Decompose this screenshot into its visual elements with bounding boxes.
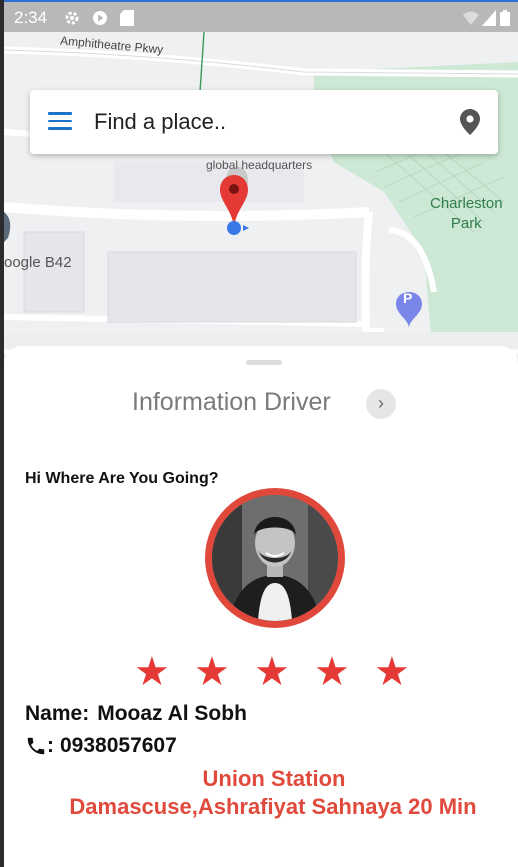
app-frame: 2:34 Amphitheatre Pkwy global headquarte… [4,0,518,867]
battery-icon [500,10,510,26]
sd-card-icon [120,10,134,26]
phone-separator: : [47,734,54,757]
driver-name: Mooaz Al Sobh [97,702,247,725]
driver-phone: 0938057607 [60,734,177,757]
star-icon: ★ [314,650,350,694]
settings-icon [65,11,79,25]
driver-phone-row[interactable]: :0938057607 [25,734,177,758]
sheet-title: Information Driver [132,388,331,416]
play-icon [93,11,107,25]
poi-label: global headquarters [206,158,313,172]
search-input[interactable] [94,104,434,140]
phone-icon [27,738,45,755]
map-view[interactable]: Amphitheatre Pkwy global headquarters Ch… [4,32,518,372]
greeting-text: Hi Where Are You Going? [25,470,219,487]
signal-icon [482,10,496,26]
star-icon: ★ [194,650,230,694]
driver-info-sheet: Information Driver › Hi Where Are You Go… [4,346,518,867]
star-icon: ★ [254,650,290,694]
name-label: Name: [25,702,90,725]
parking-label: P [403,290,413,306]
next-button[interactable]: › [366,389,396,419]
search-bar [30,90,498,154]
status-time: 2:34 [14,8,48,27]
driver-name-row: Name: Mooaz Al Sobh [25,702,247,726]
sheet-drag-handle[interactable] [246,360,282,365]
building-label: oogle B42 [4,254,72,271]
park-label: Charleston Park [430,195,503,232]
destination-station: Union Station [202,766,346,791]
star-icon: ★ [134,650,170,694]
menu-icon[interactable] [48,112,72,132]
avatar-photo [212,495,338,621]
map-pin-icon[interactable] [460,109,480,135]
location-dot-icon [227,221,241,235]
driver-avatar [205,488,345,628]
destination-address-eta: Damascuse,Ashrafiyat Sahnaya 20 Min [69,794,477,819]
star-icon: ★ [374,650,410,694]
wifi-icon [463,11,479,25]
status-bar: 2:34 [4,0,518,32]
